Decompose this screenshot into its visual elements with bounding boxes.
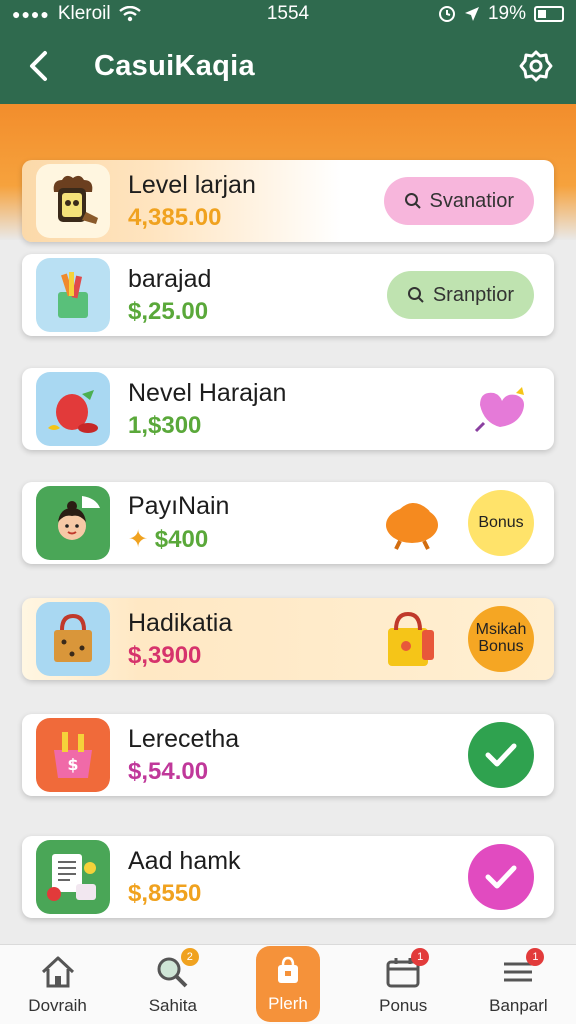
basket-icon — [382, 495, 442, 551]
item-thumbnail: $ — [36, 718, 110, 792]
list-item[interactable]: Aad hamk $,8550 — [22, 836, 554, 918]
item-name: barajad — [128, 264, 212, 293]
tab-search[interactable]: 2 Sahita — [115, 945, 230, 1024]
item-name: Level larjan — [128, 170, 256, 199]
item-price: 4,385.00 — [128, 203, 222, 231]
bonus-button[interactable]: Bonus — [468, 490, 534, 556]
item-name: Lerecetha — [128, 724, 240, 753]
item-thumbnail — [36, 840, 110, 914]
battery-icon — [534, 6, 564, 22]
item-thumbnail — [36, 602, 110, 676]
check-button[interactable] — [468, 844, 534, 910]
item-name: Hadikatia — [128, 608, 233, 637]
carrier-label: Kleroil — [57, 3, 111, 24]
tab-active[interactable]: Plerh — [256, 946, 320, 1022]
wifi-icon — [118, 6, 141, 22]
item-thumbnail — [36, 486, 110, 560]
check-icon — [485, 865, 517, 889]
back-button[interactable] — [20, 46, 56, 86]
list-item[interactable]: $ Lerecetha $,54.00 — [22, 714, 554, 796]
badge: 2 — [180, 948, 199, 966]
item-action-button[interactable]: Svanatior — [383, 177, 534, 225]
heart-icon — [470, 383, 530, 435]
item-name: PayıNain — [128, 492, 230, 520]
search-icon: 2 — [151, 948, 199, 992]
search-icon — [404, 193, 421, 209]
item-name: Aad hamk — [128, 846, 241, 875]
bonus-button[interactable]: Msikah Bonus — [468, 606, 534, 672]
check-button[interactable] — [468, 722, 534, 788]
list-item[interactable]: Level larjan 4,385.00 Svanatior — [22, 160, 554, 242]
signal-icon: ●●●● — [12, 6, 50, 22]
item-price: $,3900 — [128, 641, 202, 669]
sparkle-icon: ✦ — [128, 526, 155, 553]
item-price: ✦ $400 — [128, 526, 209, 553]
item-thumbnail — [36, 372, 110, 446]
item-thumbnail — [36, 258, 110, 332]
item-price: $,54.00 — [128, 757, 209, 785]
item-action-button[interactable]: Sranptior — [386, 271, 534, 319]
status-bar: ●●●● Kleroil 1554 19% — [0, 0, 576, 28]
bag-icon — [266, 950, 310, 990]
settings-button[interactable] — [516, 46, 556, 86]
calendar-icon: 1 — [381, 948, 430, 992]
location-icon — [464, 7, 479, 21]
item-price: 1,$300 — [128, 411, 202, 439]
list-item[interactable]: barajad $,25.00 Sranptior — [22, 254, 554, 336]
item-price: $,8550 — [128, 879, 202, 907]
tab-menu[interactable]: 1 Banparl — [461, 945, 576, 1024]
alarm-icon — [438, 6, 455, 22]
tab-home[interactable]: Dovraih — [0, 945, 115, 1024]
svg-text:$: $ — [67, 755, 78, 774]
tab-bonus[interactable]: 1 Ponus — [346, 945, 461, 1024]
badge: 1 — [526, 948, 545, 966]
menu-icon: 1 — [496, 948, 545, 992]
list-item[interactable]: Hadikatia $,3900 Msikah Bonus — [22, 598, 554, 680]
bag-icon — [382, 608, 440, 670]
page-title: CasuiKaqia — [94, 49, 255, 82]
gear-icon — [519, 50, 553, 82]
home-icon — [36, 952, 80, 992]
app-header: CasuiKaqia — [0, 28, 576, 104]
list-item[interactable]: Nevel Harajan 1,$300 — [22, 368, 554, 450]
check-icon — [485, 743, 517, 767]
chevron-left-icon — [30, 51, 47, 81]
item-thumbnail — [36, 164, 110, 238]
badge: 1 — [411, 948, 430, 966]
item-price: $,25.00 — [128, 297, 209, 325]
clock: 1554 — [266, 3, 310, 24]
search-icon — [407, 287, 424, 303]
item-name: Nevel Harajan — [128, 378, 287, 407]
battery-label: 19% — [487, 3, 526, 24]
list-item[interactable]: PayıNain ✦ $400 Bonus — [22, 482, 554, 564]
